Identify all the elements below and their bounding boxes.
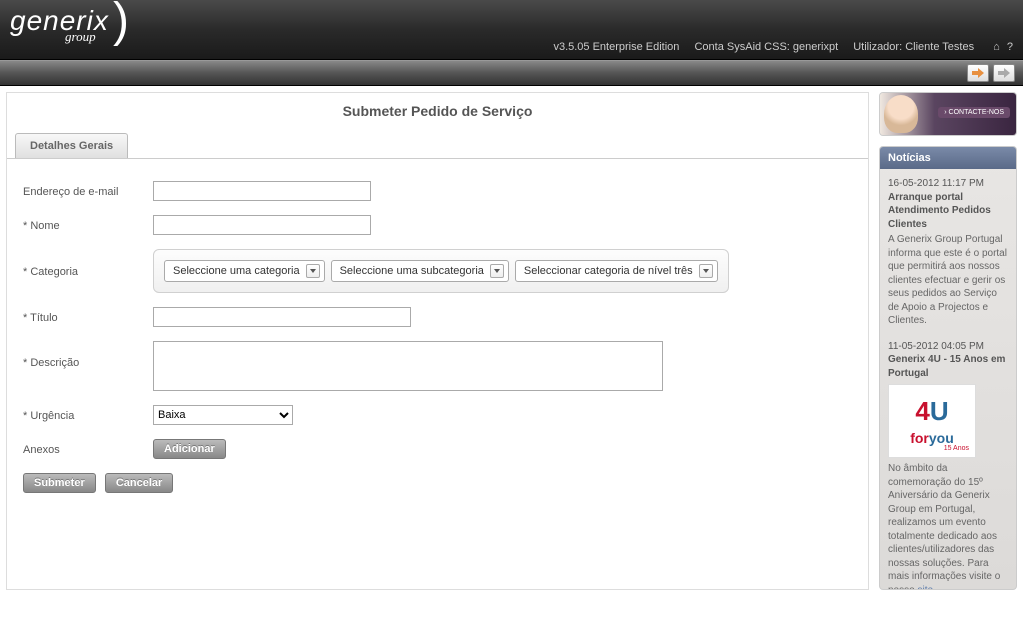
nav-bar (0, 60, 1023, 86)
email-input[interactable] (153, 181, 371, 201)
home-icon[interactable]: ⌂ (993, 41, 1000, 53)
chevron-down-icon (699, 264, 713, 278)
news-widget: Notícias 16-05-2012 11:17 PM Arranque po… (879, 146, 1017, 590)
nav-forward-button[interactable] (993, 64, 1015, 82)
category3-select-value: Seleccionar categoria de nível três (524, 265, 693, 277)
news-text: A Generix Group Portugal informa que est… (888, 234, 1007, 326)
category3-select[interactable]: Seleccionar categoria de nível três (515, 260, 718, 282)
header-info: v3.5.05 Enterprise Edition Conta SysAid … (541, 41, 1013, 53)
news-body: 16-05-2012 11:17 PM Arranque portal Aten… (880, 169, 1016, 589)
version-label: v3.5.05 Enterprise Edition (553, 41, 679, 53)
event-logo-sub: 15 Anos (944, 444, 969, 453)
add-attachment-button[interactable]: Adicionar (153, 439, 226, 459)
news-date: 16-05-2012 11:17 PM (888, 178, 984, 189)
main-panel: Submeter Pedido de Serviço Detalhes Gera… (6, 92, 869, 590)
category-group: Seleccione uma categoria Seleccione uma … (153, 249, 729, 293)
news-item: 11-05-2012 04:05 PM Generix 4U - 15 Anos… (888, 340, 1008, 590)
brand-logo: generix ) group (10, 5, 109, 53)
email-label: Endereço de e-mail (23, 184, 153, 198)
category-select[interactable]: Seleccione uma categoria (164, 260, 325, 282)
attachments-label: Anexos (23, 442, 153, 456)
contact-banner[interactable]: › CONTACTE-NOS (880, 93, 1016, 135)
news-item: 16-05-2012 11:17 PM Arranque portal Aten… (888, 177, 1008, 328)
title-input[interactable] (153, 307, 411, 327)
subcategory-select-value: Seleccione uma subcategoria (340, 265, 484, 277)
urgency-label: * Urgência (23, 408, 153, 422)
name-input[interactable] (153, 215, 371, 235)
contact-us-button[interactable]: › CONTACTE-NOS (938, 107, 1010, 118)
description-textarea[interactable] (153, 341, 663, 391)
submit-button[interactable]: Submeter (23, 473, 96, 493)
tab-general-details[interactable]: Detalhes Gerais (15, 133, 128, 158)
chevron-down-icon (490, 264, 504, 278)
cancel-button[interactable]: Cancelar (105, 473, 173, 493)
news-header: Notícias (880, 147, 1016, 169)
news-title: Arranque portal Atendimento Pedidos Clie… (888, 191, 1008, 232)
page-title: Submeter Pedido de Serviço (7, 93, 868, 133)
category-select-value: Seleccione uma categoria (173, 265, 300, 277)
event-logo: 4U foryou 15 Anos (888, 384, 976, 458)
news-title: Generix 4U - 15 Anos em Portugal (888, 353, 1008, 380)
urgency-select[interactable]: Baixa (153, 405, 293, 425)
news-date: 11-05-2012 04:05 PM (888, 341, 984, 352)
logo-subtext: group (65, 29, 164, 45)
account-label: Conta SysAid CSS: generixpt (694, 41, 838, 53)
avatar-icon (884, 95, 918, 133)
contact-widget: › CONTACTE-NOS (879, 92, 1017, 136)
title-label: * Título (23, 310, 153, 324)
form-container: Endereço de e-mail * Nome * Categoria Se… (7, 158, 868, 523)
user-label: Utilizador: Cliente Testes (853, 41, 974, 53)
news-text-suffix: . (933, 585, 936, 590)
category-label: * Categoria (23, 264, 153, 278)
news-link[interactable]: site (917, 585, 933, 590)
news-text: No âmbito da comemoração do 15º Aniversá… (888, 463, 1000, 589)
app-header: generix ) group v3.5.05 Enterprise Editi… (0, 0, 1023, 60)
sidebar: › CONTACTE-NOS Notícias 16-05-2012 11:17… (879, 92, 1017, 590)
description-label: * Descrição (23, 341, 153, 369)
subcategory-select[interactable]: Seleccione uma subcategoria (331, 260, 509, 282)
name-label: * Nome (23, 218, 153, 232)
nav-back-button[interactable] (967, 64, 989, 82)
chevron-down-icon (306, 264, 320, 278)
help-icon[interactable]: ? (1007, 41, 1013, 53)
